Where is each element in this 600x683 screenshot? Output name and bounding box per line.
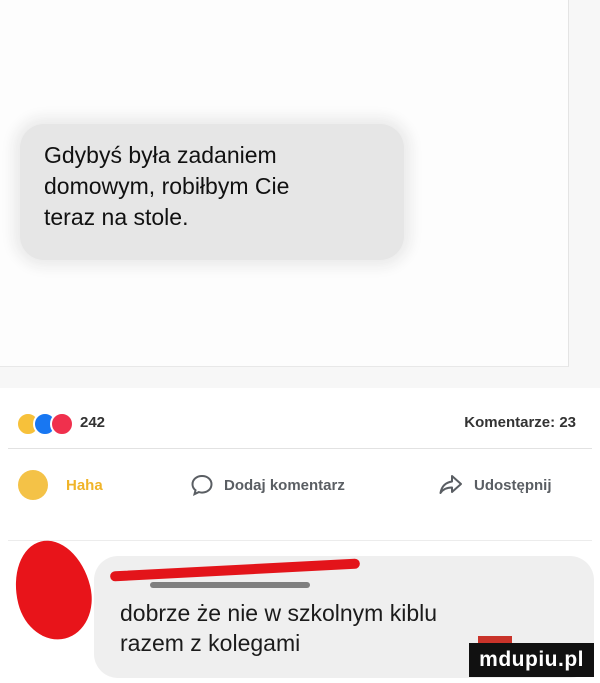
reactions-bar[interactable]: 242 Komentarze: 23: [0, 404, 600, 444]
comment-line: dobrze że nie w szkolnym kiblu: [120, 600, 438, 626]
share-button[interactable]: Udostępnij: [438, 468, 552, 502]
share-icon: [439, 475, 462, 494]
message-text: Gdybyś była zadaniem domowym, robiłbym C…: [44, 140, 404, 233]
post-image: Gdybyś była zadaniem domowym, robiłbym C…: [0, 0, 600, 388]
watermark: mdupiu.pl: [469, 643, 594, 677]
message-line: Gdybyś była zadaniem: [44, 142, 277, 168]
haha-reaction-button[interactable]: Haha: [18, 468, 103, 502]
comment-icon: [191, 474, 213, 497]
message-line: domowym, robiłbym Cie: [44, 173, 290, 199]
message-line: teraz na stole.: [44, 204, 189, 230]
divider: [8, 448, 592, 449]
share-label: Udostępnij: [474, 476, 552, 494]
avatar[interactable]: [5, 532, 101, 648]
comments-count[interactable]: Komentarze: 23: [464, 414, 576, 431]
add-comment-button[interactable]: Dodaj komentarz: [190, 468, 345, 502]
redacted-username-residue: [150, 582, 310, 588]
reaction-count[interactable]: 242: [80, 414, 105, 431]
haha-label: Haha: [66, 476, 103, 494]
actions-bar: Haha Dodaj komentarz Udostępnij: [0, 452, 600, 522]
divider: [8, 540, 592, 541]
love-icon: [50, 412, 74, 436]
haha-emoji-icon: [18, 470, 48, 500]
add-comment-label: Dodaj komentarz: [224, 476, 345, 494]
